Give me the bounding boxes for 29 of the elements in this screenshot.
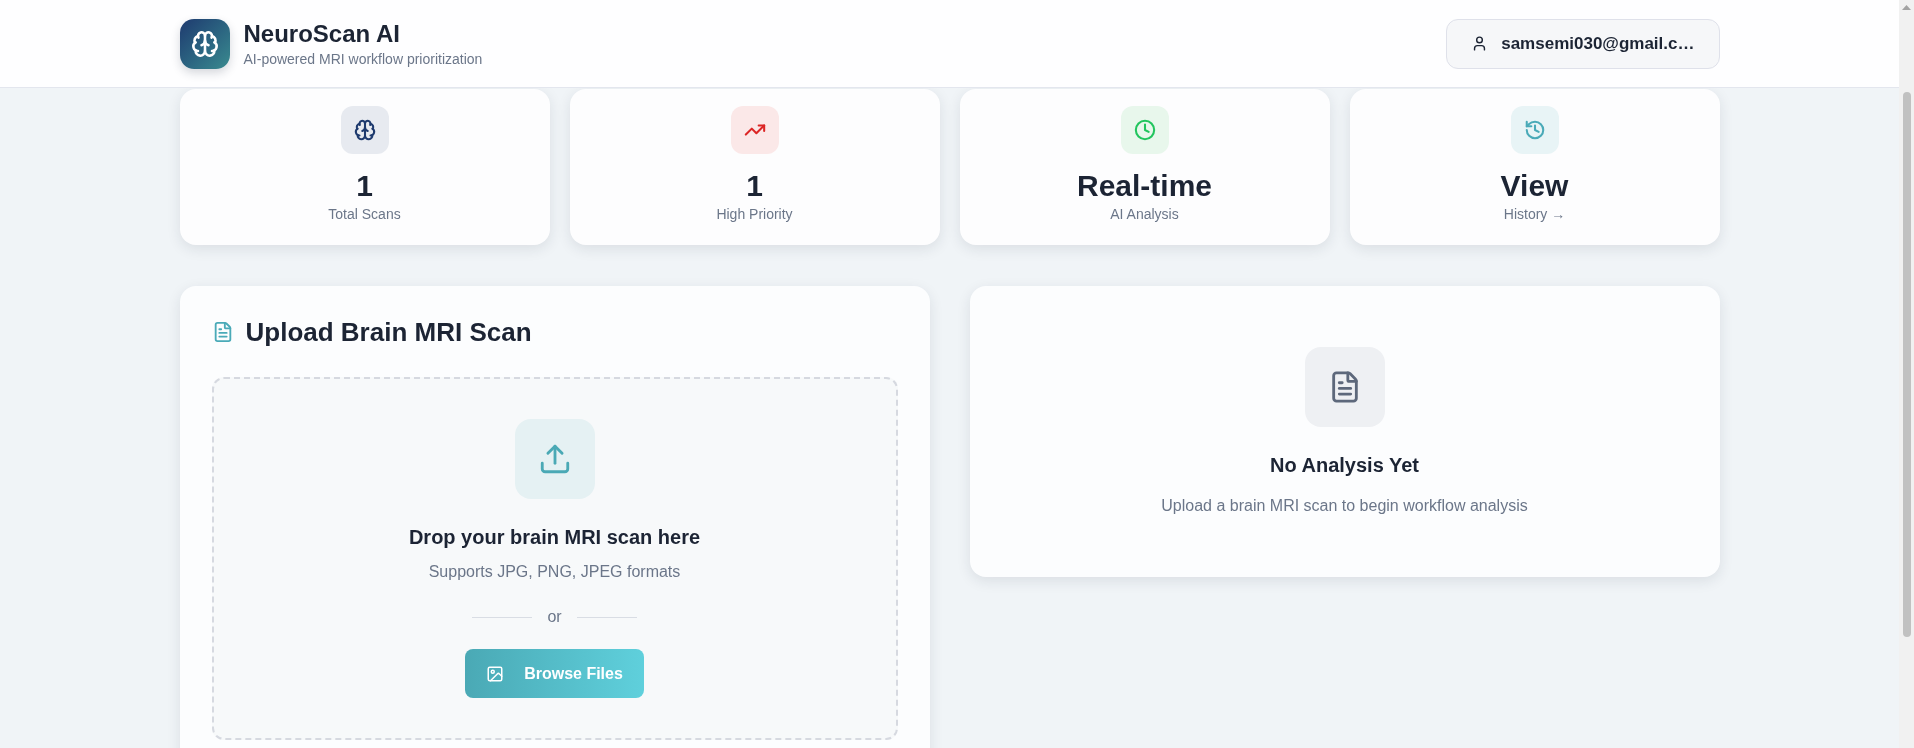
stat-value: Real-time	[1076, 168, 1212, 204]
scrollbar-thumb[interactable]	[1902, 92, 1911, 637]
document-icon	[1304, 347, 1385, 427]
empty-state-title: No Analysis Yet	[1270, 453, 1419, 478]
clock-icon	[1120, 106, 1169, 154]
stat-label: Total Scans	[328, 205, 401, 224]
dropzone-heading: Drop your brain MRI scan here	[408, 525, 701, 550]
app-title: NeuroScan AI	[243, 18, 401, 49]
divider-label: or	[547, 607, 562, 627]
upload-icon	[514, 419, 595, 499]
scrollbar[interactable]	[1899, 0, 1914, 748]
dropzone[interactable]: Drop your brain MRI scan here Supports JPG, PNG, JPEG formats or Browse Files	[211, 377, 898, 740]
brain-logo-icon	[179, 18, 230, 69]
stat-label: History →	[1503, 205, 1566, 224]
dropzone-hint: Supports JPG, PNG, JPEG formats	[428, 562, 681, 582]
empty-state-message: Upload a brain MRI scan to begin workflow analysis	[1161, 496, 1528, 516]
account-button[interactable]: samsemi030@gmail.c…	[1446, 18, 1720, 69]
history-icon	[1510, 106, 1559, 154]
scroll-up-arrow-icon[interactable]	[1902, 5, 1911, 10]
trending-up-icon	[730, 106, 779, 154]
stat-value: 1	[746, 168, 763, 204]
stat-value: 1	[356, 168, 373, 204]
brain-icon	[340, 106, 389, 154]
panel-title: Upload Brain MRI Scan	[245, 316, 532, 348]
stat-label: AI Analysis	[1110, 205, 1179, 224]
image-icon	[486, 664, 505, 683]
stat-value: View	[1500, 168, 1569, 204]
app-subtitle: AI-powered MRI workflow prioritization	[243, 49, 483, 69]
stat-label: High Priority	[716, 205, 793, 224]
